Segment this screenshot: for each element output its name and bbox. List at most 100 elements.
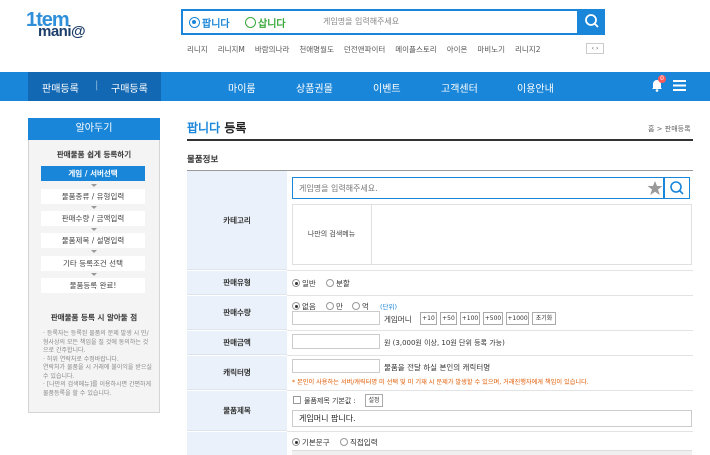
step-arrow-icon [91, 206, 97, 209]
character-warning: * 본인이 사용하는 서버/캐릭터명 미 선택 및 미 기재 시 문제가 발생할… [292, 379, 589, 386]
note-item: 연락처가 물품을 시 거래에 불이익을 받으실 수 있습니다. [43, 364, 152, 380]
radio-unchecked-icon [340, 438, 348, 446]
item-title-input[interactable]: 게임머니 팝니다. [292, 410, 692, 427]
item-title-label: 물품제목 [187, 391, 287, 431]
game-link[interactable]: 아이온 [447, 44, 468, 56]
price-suffix: 원 (3,000원 이상, 10원 단위 등록 가능) [384, 339, 505, 347]
nav-buy-register[interactable]: 구매등록 [111, 80, 148, 95]
title-setting-button[interactable]: 설정 [365, 394, 383, 407]
buy-radio[interactable]: 삽니다 [245, 15, 286, 30]
row-divider [287, 355, 693, 356]
row-divider [287, 390, 693, 391]
description-label [187, 432, 287, 455]
sidebar-title: 알아두기 [28, 118, 160, 140]
radio-label: 직접입력 [350, 438, 378, 447]
note-item: · [나만의 검색메뉴]를 이용하시면 간편하게 물품등록을 할 수 있습니다. [43, 381, 152, 397]
nav-myroom[interactable]: 마이룸 [228, 80, 256, 95]
itemmania-logo[interactable]: 1tem mani@ [26, 9, 106, 40]
reset-quantity-button[interactable]: 초기화 [532, 312, 556, 325]
game-link[interactable]: 천애명월도 [299, 44, 334, 56]
game-link[interactable]: 마비노기 [477, 44, 505, 56]
add-500-button[interactable]: +500 [483, 312, 503, 325]
game-link[interactable]: 리니지2 [515, 44, 540, 56]
game-link[interactable]: 메이플스토리 [395, 44, 436, 56]
price-input[interactable] [292, 334, 380, 349]
game-link[interactable]: 리니지M [218, 44, 245, 56]
sale-type-label: 판매유형 [187, 271, 287, 295]
desc-default-radio[interactable]: 기본문구 [292, 437, 330, 448]
row-divider [287, 330, 693, 331]
category-label: 카테고리 [187, 171, 287, 270]
radio-checked-icon [292, 438, 300, 446]
radio-label: 분할 [336, 279, 350, 288]
step-arrow-icon [91, 228, 97, 231]
sidebar-notice-title: 판매물품 등록 시 알아둘 점 [50, 313, 138, 322]
sidebar-step: 판매수량 / 금액입력 [41, 211, 145, 226]
sell-radio-label: 팝니다 [202, 19, 230, 30]
radio-unselected-icon [245, 17, 256, 28]
search-input[interactable]: 게임명을 입력해주세요 [323, 16, 399, 27]
my-search-menu-label[interactable]: 나만의 검색메뉴 [292, 204, 372, 265]
quantity-input[interactable] [292, 311, 380, 325]
hamburger-menu-icon [673, 80, 686, 91]
description-editor[interactable] [292, 450, 692, 455]
sidebar-guide-title: 판매물품 쉽게 등록하기 [56, 150, 132, 159]
menu-button[interactable] [673, 80, 686, 91]
sidebar-notes: · 등록자는 등록된 물품의 문제 발생 시 민/형사상의 모든 책임을 질 것… [40, 330, 152, 398]
price-label: 판매금액 [187, 331, 287, 355]
game-link[interactable]: 리니지 [187, 44, 208, 56]
radio-unchecked-icon [326, 302, 334, 310]
sale-type-normal-radio[interactable]: 일반 [292, 278, 316, 289]
nav-usage-guide[interactable]: 이용안내 [517, 80, 554, 95]
radio-unchecked-icon [326, 279, 334, 287]
radio-label: 만 [336, 302, 343, 311]
nav-event[interactable]: 이벤트 [373, 80, 401, 95]
title-default-checkbox[interactable] [293, 396, 301, 404]
nav-separator: | [95, 80, 99, 91]
game-link[interactable]: 바람의나라 [255, 44, 290, 56]
desc-custom-radio[interactable]: 직접입력 [340, 437, 378, 448]
global-search-box: 팝니다 삽니다 게임명을 입력해주세요 [181, 9, 579, 35]
unit-hint: (단위) [380, 303, 398, 311]
character-label: 캐릭터명 [187, 356, 287, 390]
title-divider [187, 139, 693, 141]
add-50-button[interactable]: +50 [440, 312, 457, 325]
category-search-button[interactable] [664, 177, 690, 199]
radio-unchecked-icon [352, 302, 360, 310]
nav-customer-center[interactable]: 고객센터 [441, 80, 478, 95]
logo-line2: mani@ [38, 23, 86, 40]
radio-label: 기본문구 [302, 438, 330, 447]
category-search-input[interactable]: 게임명을 입력해주세요. [292, 177, 664, 199]
character-input[interactable] [292, 359, 380, 373]
step-arrow-icon [91, 250, 97, 253]
sale-type-split-radio[interactable]: 분할 [326, 278, 350, 289]
row-divider [287, 431, 693, 432]
character-suffix: 물품을 전달 하실 본인의 캐릭터명 [384, 363, 491, 372]
game-link[interactable]: 던전앤파이터 [344, 44, 385, 56]
section-title: 물품정보 [187, 155, 219, 165]
notification-button[interactable]: 0 [650, 75, 666, 92]
nav-sell-register[interactable]: 판매등록 [42, 80, 79, 95]
radio-label: 일반 [302, 279, 316, 288]
radio-checked-icon [292, 302, 300, 310]
search-button[interactable] [579, 9, 605, 35]
row-divider [287, 270, 693, 271]
add-100-button[interactable]: +100 [460, 312, 480, 325]
radio-checked-icon [292, 279, 300, 287]
add-1000-button[interactable]: +1000 [506, 312, 529, 325]
buy-radio-label: 삽니다 [258, 19, 286, 30]
sell-radio[interactable]: 팝니다 [189, 15, 230, 30]
title-default-label: 물품제목 기본값 : [304, 397, 356, 405]
add-10-button[interactable]: +10 [420, 312, 437, 325]
search-icon [585, 14, 599, 28]
page-title: 팝니다 등록 [187, 119, 246, 136]
step-arrow-icon [91, 273, 97, 276]
star-favorite-icon[interactable] [647, 180, 663, 196]
sidebar-step: 물품종류 / 유형입력 [41, 189, 145, 204]
game-list-nav[interactable]: ‹ › [586, 43, 604, 54]
sidebar-step: 물품제목 / 설명입력 [41, 233, 145, 248]
page-title-blue: 팝니다 [187, 121, 221, 135]
sidebar-step: 물품등록 완료! [41, 278, 145, 293]
nav-giftcard-mall[interactable]: 상품권몰 [296, 80, 333, 95]
radio-selected-icon [189, 17, 200, 28]
